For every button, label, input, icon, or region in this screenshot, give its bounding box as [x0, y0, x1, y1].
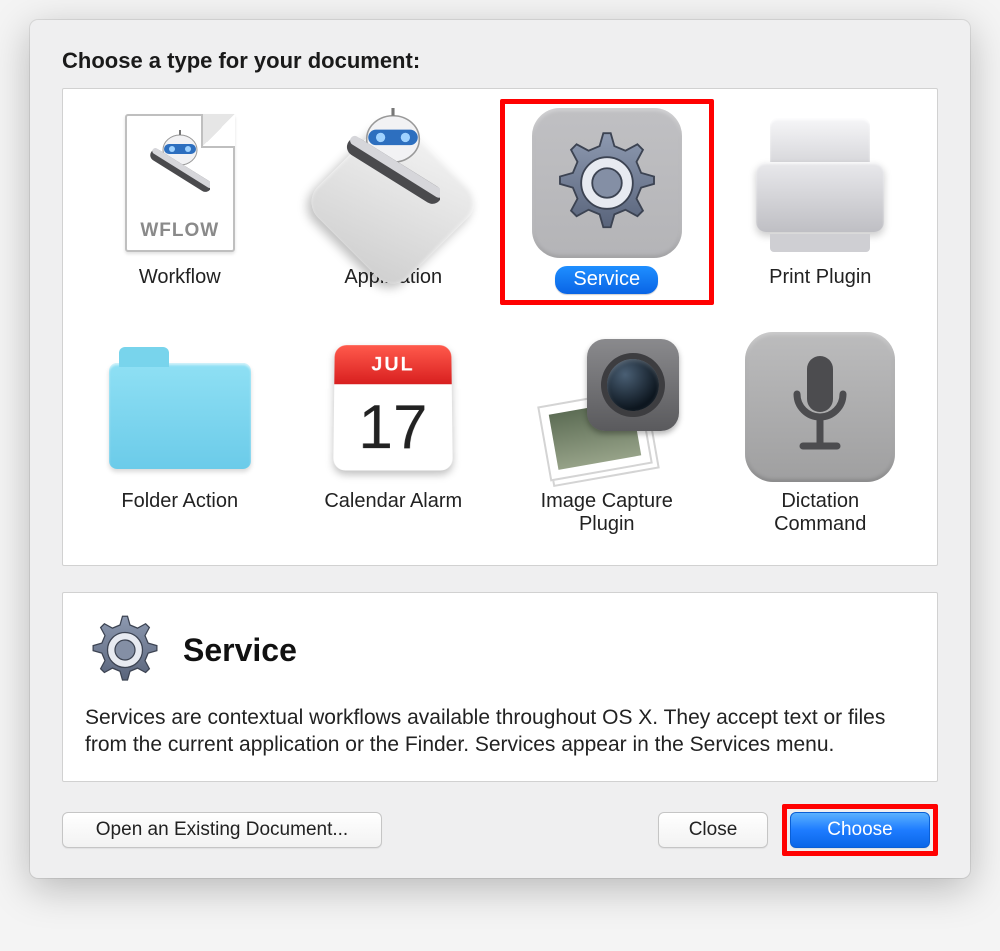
info-title: Service — [183, 632, 297, 669]
info-description: Services are contextual workflows availa… — [85, 705, 915, 759]
doc-type-application[interactable]: Application — [287, 99, 501, 305]
application-robot-icon — [318, 108, 468, 258]
folder-icon — [105, 332, 255, 482]
doc-type-print-plugin[interactable]: Print Plugin — [714, 99, 928, 305]
doc-type-label: Print Plugin — [769, 266, 871, 289]
doc-type-label: Dictation Command — [735, 490, 905, 536]
close-button[interactable]: Close — [658, 812, 768, 848]
gear-icon — [85, 611, 165, 689]
printer-icon — [745, 108, 895, 258]
doc-type-label: Calendar Alarm — [324, 490, 462, 513]
choose-button[interactable]: Choose — [790, 812, 930, 848]
doc-type-label: Workflow — [139, 266, 221, 289]
doc-type-calendar-alarm[interactable]: JUL 17 Calendar Alarm — [287, 323, 501, 547]
doc-type-workflow[interactable]: WFLOW Workflow — [73, 99, 287, 305]
dialog-button-row: Open an Existing Document... Close Choos… — [62, 804, 938, 856]
doc-type-label-selected: Service — [555, 266, 658, 294]
doc-type-image-capture-plugin[interactable]: Image Capture Plugin — [500, 323, 714, 547]
open-existing-document-button[interactable]: Open an Existing Document... — [62, 812, 382, 848]
info-panel: Service Services are contextual workflow… — [62, 592, 938, 782]
choose-button-highlight: Choose — [782, 804, 938, 856]
workflow-doc-icon: WFLOW — [105, 108, 255, 258]
doc-type-service[interactable]: Service — [500, 99, 714, 305]
camera-photos-icon — [532, 332, 682, 482]
dialog-heading: Choose a type for your document: — [62, 48, 938, 74]
doc-type-label: Image Capture Plugin — [522, 490, 692, 536]
calendar-icon: JUL 17 — [318, 332, 468, 482]
template-chooser-dialog: Choose a type for your document: WFLOW W… — [30, 20, 970, 878]
doc-type-folder-action[interactable]: Folder Action — [73, 323, 287, 547]
doc-type-dictation-command[interactable]: Dictation Command — [714, 323, 928, 547]
document-type-grid-panel: WFLOW Workflow Application — [62, 88, 938, 566]
gear-icon — [532, 108, 682, 258]
doc-type-label: Folder Action — [121, 490, 238, 513]
microphone-icon — [745, 332, 895, 482]
